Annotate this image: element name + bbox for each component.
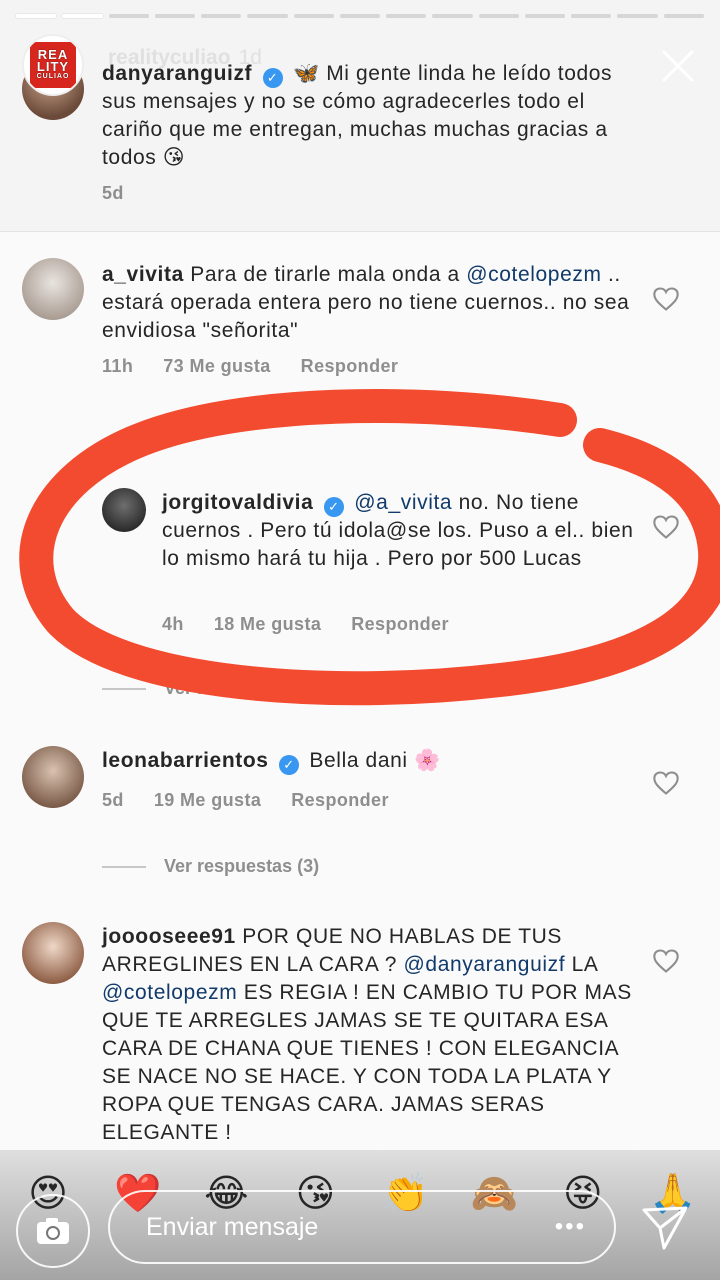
verified-icon: ✓ xyxy=(323,497,344,517)
comment-likes[interactable]: 19 Me gusta xyxy=(154,790,261,811)
comment-likes[interactable]: 18 Me gusta xyxy=(214,614,321,635)
camera-icon xyxy=(37,1218,69,1244)
progress-segment xyxy=(247,14,288,18)
story-header: REA LITY CULIAO realityculiao 1d xyxy=(22,34,698,98)
view-more-label: Ver más respuestas xyxy=(164,678,334,698)
comments-screenshot: danyaranguizf ✓ 🦋 Mi gente linda he leíd… xyxy=(0,0,720,1150)
comment-time: 5d xyxy=(102,790,124,810)
reply-button[interactable]: Responder xyxy=(291,790,389,811)
comment-meta: 4h 18 Me gusta Responder xyxy=(162,614,449,635)
commenter-avatar[interactable] xyxy=(102,488,146,532)
comment-username[interactable]: jooooseee91 xyxy=(102,925,236,948)
progress-segment xyxy=(524,14,566,18)
mention-link[interactable]: @danyaranguizf xyxy=(404,953,566,976)
comment-username[interactable]: a_vivita xyxy=(102,263,184,286)
progress-segment xyxy=(293,14,334,18)
story-username[interactable]: realityculiao 1d xyxy=(108,46,262,70)
mention-link[interactable]: @cotelopezm xyxy=(466,263,601,286)
message-input[interactable]: Enviar mensaje ••• xyxy=(108,1190,616,1264)
heart-icon[interactable] xyxy=(652,770,680,796)
progress-segment xyxy=(339,14,381,18)
view-replies-label: Ver respuestas (3) xyxy=(164,856,320,876)
caption-time: 5d xyxy=(102,183,124,203)
send-icon[interactable] xyxy=(640,1202,690,1252)
reply-button[interactable]: Responder xyxy=(351,614,449,635)
comment-text: jooooseee91 POR QUE NO HABLAS DE TUS ARR… xyxy=(102,923,640,1147)
view-more-replies[interactable]: Ver más respuestas xyxy=(102,678,333,699)
comment-time: 11h xyxy=(102,356,134,376)
commenter-avatar[interactable] xyxy=(22,922,84,984)
view-replies[interactable]: Ver respuestas (3) xyxy=(102,856,319,877)
comment-text: jorgitovaldivia ✓ @a_vivita no. No tiene… xyxy=(162,489,640,573)
logo-line: LITY xyxy=(36,59,70,74)
comment-body: LA xyxy=(565,953,598,976)
progress-segment xyxy=(617,14,658,18)
heart-icon[interactable] xyxy=(652,514,680,540)
progress-segment xyxy=(663,14,704,18)
reply-bar: 😍 ❤️ 😂 😘 👏 🙈 😝 🙏 Enviar mensaje ••• xyxy=(0,1150,720,1280)
story-time: 1d xyxy=(238,46,262,69)
story-username-text: realityculiao xyxy=(108,46,231,69)
verified-icon: ✓ xyxy=(278,755,299,775)
more-icon[interactable]: ••• xyxy=(555,1192,586,1262)
comment-time: 4h xyxy=(162,614,184,634)
mention-link[interactable]: @a_vivita xyxy=(354,491,452,514)
progress-segment xyxy=(108,14,149,18)
comment-meta: 11h 73 Me gusta Responder xyxy=(102,356,398,377)
story-avatar[interactable]: REA LITY CULIAO xyxy=(22,34,84,96)
logo-line: CULIAO xyxy=(36,73,70,80)
reality-culiao-logo: REA LITY CULIAO xyxy=(30,42,76,88)
comment-meta: 5d 19 Me gusta Responder xyxy=(102,790,389,811)
progress-segment xyxy=(154,14,196,18)
comment-body: Bella dani 🌸 xyxy=(309,749,441,772)
heart-icon[interactable] xyxy=(652,286,680,312)
story-progress xyxy=(16,14,704,18)
comment-text: leonabarrientos ✓ Bella dani 🌸 xyxy=(102,747,640,775)
progress-segment xyxy=(62,14,103,18)
comment-text: a_vivita Para de tirarle mala onda a @co… xyxy=(102,261,640,345)
progress-segment xyxy=(432,14,473,18)
camera-button[interactable] xyxy=(16,1194,90,1268)
commenter-avatar[interactable] xyxy=(22,258,84,320)
progress-segment xyxy=(16,14,57,18)
progress-segment xyxy=(571,14,612,18)
reply-button[interactable]: Responder xyxy=(301,356,399,377)
message-placeholder: Enviar mensaje xyxy=(146,1213,319,1241)
mention-link[interactable]: @cotelopezm xyxy=(102,981,237,1004)
comment-likes[interactable]: 73 Me gusta xyxy=(163,356,270,377)
progress-segment xyxy=(386,14,427,18)
close-icon[interactable] xyxy=(658,46,698,86)
comment-body: ES REGIA ! EN CAMBIO TU POR MAS QUE TE A… xyxy=(102,981,632,1144)
caption-meta: 5d xyxy=(102,183,124,204)
progress-segment xyxy=(201,14,242,18)
comment-username[interactable]: leonabarrientos xyxy=(102,749,269,772)
progress-segment xyxy=(478,14,519,18)
divider-line xyxy=(102,687,146,690)
commenter-avatar[interactable] xyxy=(22,746,84,808)
heart-icon[interactable] xyxy=(652,948,680,974)
divider-line xyxy=(102,865,146,868)
comment-username[interactable]: jorgitovaldivia xyxy=(162,491,313,514)
comment-body: Para de tirarle mala onda a xyxy=(190,263,467,286)
